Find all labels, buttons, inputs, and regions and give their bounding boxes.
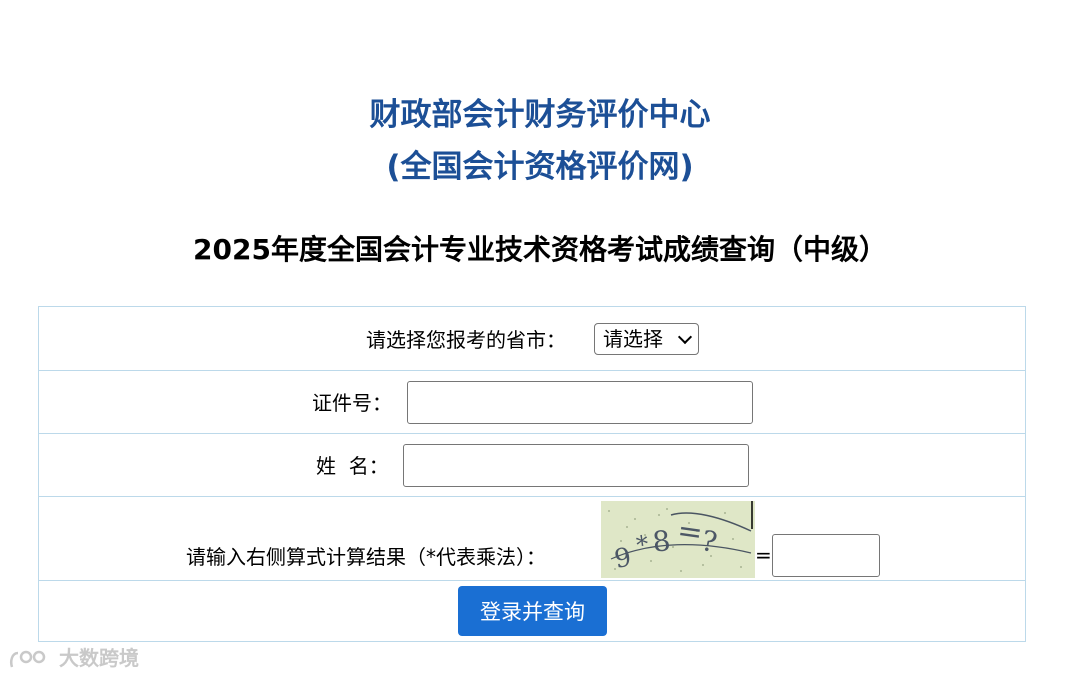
captcha-row: 请输入右侧算式计算结果（*代表乘法）： 9 * 8 = ? =: [39, 497, 1025, 581]
submit-row: 登录并查询: [39, 581, 1025, 641]
province-row: 请选择您报考的省市： 请选择: [39, 307, 1025, 371]
exam-title: 2025年度全国会计专业技术资格考试成绩查询（中级）: [193, 233, 887, 266]
captcha-noise: 9 * 8 = ?: [601, 501, 755, 578]
watermark: 大数跨境: [8, 642, 139, 671]
captcha-answer-input[interactable]: [772, 534, 880, 577]
equals-sign: =: [755, 543, 772, 567]
province-select[interactable]: 请选择: [594, 323, 699, 355]
watermark-text: 大数跨境: [58, 646, 139, 670]
id-row: 证件号：: [39, 371, 1025, 434]
watermark-logo-icon: [10, 650, 46, 667]
captcha-image[interactable]: 9 * 8 = ?: [601, 501, 755, 578]
name-row: 姓 名：: [39, 434, 1025, 497]
province-label: 请选择您报考的省市：: [366, 328, 566, 352]
query-form: 请选择您报考的省市： 请选择 证件号： 姓 名： 请输入右侧算式计算结果（*代表…: [38, 306, 1026, 642]
captcha-label: 请输入右侧算式计算结果（*代表乘法）：: [186, 545, 546, 569]
org-title-line1: 财政部会计财务评价中心: [369, 97, 711, 133]
org-title-line2: (全国会计资格评价网): [386, 149, 694, 185]
province-select-value: 请选择: [603, 327, 663, 351]
name-label: 姓 名：: [316, 454, 389, 478]
chevron-down-icon: [677, 329, 693, 345]
id-number-input[interactable]: [407, 381, 753, 424]
svg-text:8: 8: [651, 524, 672, 559]
name-input[interactable]: [403, 444, 749, 487]
login-query-button[interactable]: 登录并查询: [458, 586, 607, 636]
id-label: 证件号：: [312, 391, 392, 415]
